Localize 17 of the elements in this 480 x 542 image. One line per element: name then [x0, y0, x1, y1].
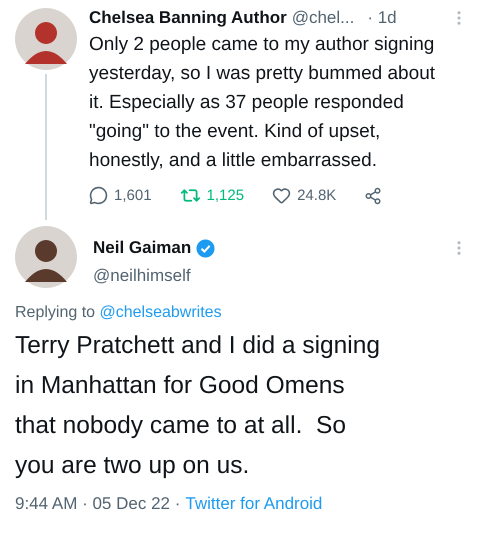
share-icon[interactable]: [364, 186, 382, 204]
author-handle[interactable]: @neilhimself: [93, 266, 468, 286]
author-handle[interactable]: @chel...: [292, 8, 354, 28]
avatar: [15, 8, 77, 70]
author-name[interactable]: Neil Gaiman: [93, 238, 192, 258]
reply-count: 1,601: [114, 187, 152, 204]
tweet-text: Terry Pratchett and I did a signing in Manhattan for Good Omens that nobody came to at all. So you are two up on us.: [15, 331, 381, 481]
retweet-count: 1,125: [206, 187, 244, 204]
author-name[interactable]: Chelsea Banning Author: [89, 8, 287, 28]
replying-to-text: Replying to @chelseabwrites: [15, 304, 223, 322]
like-count: 24.8K: [297, 187, 336, 204]
avatar: [15, 226, 77, 288]
reply-icon[interactable]: [89, 186, 108, 205]
tweet-time: · 1d: [367, 8, 397, 28]
tweet-text: Only 2 people came to my author signing yesterday, so I was pretty bummed about it. Especially as 37 people responded "going" to the event. Kind of upset, honestly, and a little embarrassed.: [89, 33, 436, 173]
like-icon[interactable]: [272, 186, 292, 205]
tweet-timestamp: 9:44 AM · 05 Dec 22 ·: [15, 494, 180, 514]
